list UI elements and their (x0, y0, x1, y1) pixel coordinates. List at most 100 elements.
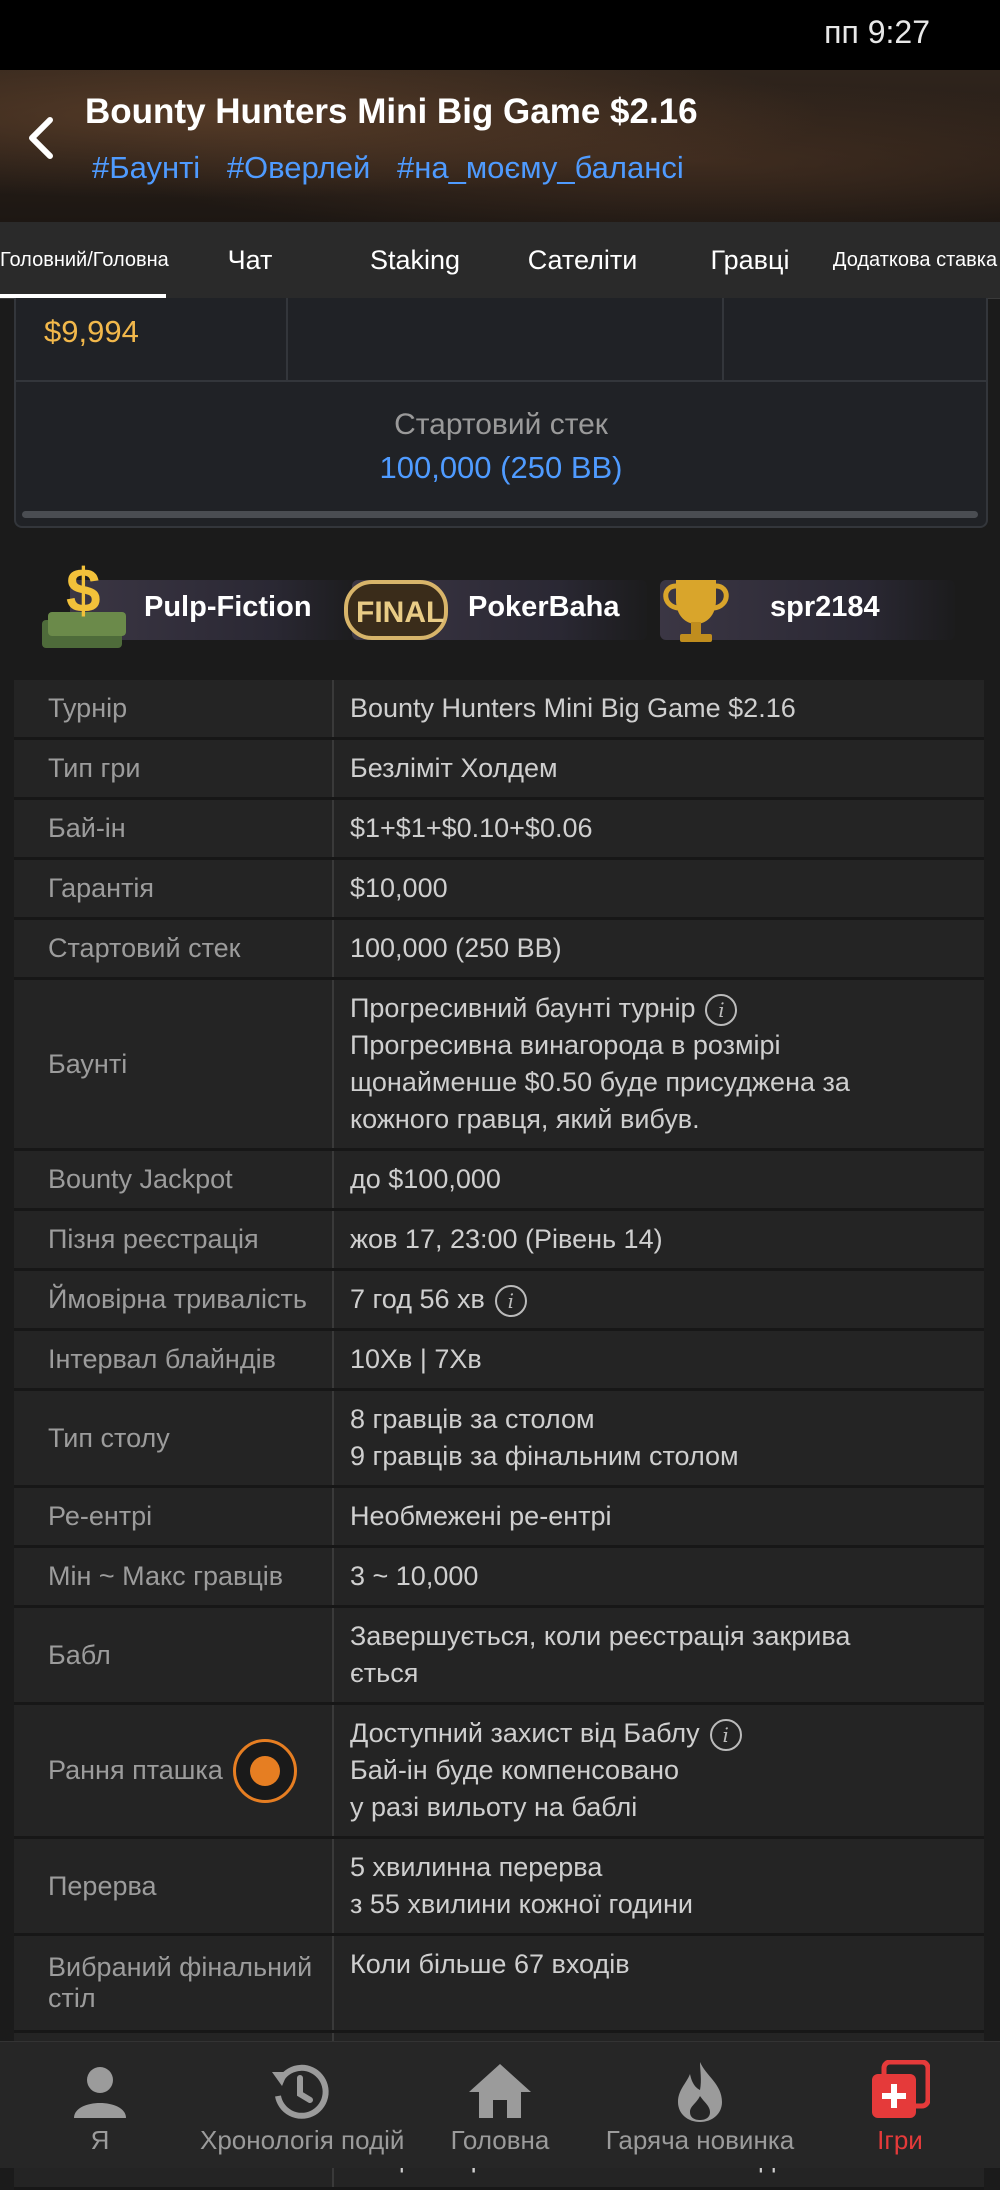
row-value: 8 гравців за столом 9 гравців за фінальни… (334, 1391, 984, 1485)
row-key: Пізня реєстрація (14, 1211, 334, 1268)
row-value: $10,000 (334, 860, 984, 917)
tab-main[interactable]: Головний/Головна (0, 222, 169, 298)
row-value: Завершується, коли реєстрація закрива єть… (334, 1608, 984, 1702)
row-key: Ре-ентрі (14, 1488, 334, 1545)
row-value: Безліміт Холдем (334, 740, 984, 797)
bottom-navigation: Я Хронологія подій Головна Гаряча новинк… (0, 2041, 1000, 2168)
info-icon[interactable]: i (709, 1718, 742, 1751)
row-value: 5 хвилинна перерва з 55 хвилини кожної го… (334, 1839, 984, 1933)
nav-home[interactable]: Головна (400, 2042, 600, 2168)
svg-text:FINAL: FINAL (356, 596, 444, 629)
row-value-line: 8 гравців за столом (350, 1404, 595, 1434)
row-value-line: 7 год 56 хв (350, 1284, 485, 1314)
winner-name: spr2184 (770, 591, 880, 623)
tab-players[interactable]: Гравці (690, 222, 810, 298)
row-key-label: Вибраний фінальний стіл (48, 1952, 313, 2013)
divider (722, 298, 724, 380)
row-value-line: до $100,000 (350, 1164, 501, 1194)
early-bird-icon (232, 1738, 297, 1803)
row-key-label: Перерва (48, 1870, 157, 1901)
row-key-label: Турнір (48, 693, 128, 723)
tag-overlay[interactable]: #Оверлей (227, 150, 371, 185)
winner-badge[interactable]: $ Pulp-Fiction (42, 557, 360, 648)
row-key-label: Пізня реєстрація (48, 1224, 259, 1254)
row-key: Інтервал блайндів (14, 1331, 334, 1388)
tournament-title: Bounty Hunters Mini Big Game $2.16 (85, 92, 698, 131)
winners-strip: $ Pulp-Fiction FINAL PokerBaha spr2184 (30, 557, 990, 662)
nav-label: Я (90, 2125, 110, 2155)
winner-name: Pulp-Fiction (144, 591, 312, 623)
nav-label: Гаряча новинка (605, 2125, 795, 2155)
divider (16, 380, 986, 382)
row-value-line: $1+$1+$0.10+$0.06 (350, 813, 593, 843)
tag-on-my-balance[interactable]: #на_моєму_балансі (397, 150, 684, 185)
winner-badge[interactable]: spr2184 (660, 580, 955, 642)
row-key-label: Мін ~ Макс гравців (48, 1561, 284, 1591)
horizontal-scrollbar[interactable] (22, 511, 978, 518)
row-value-line: 10Хв | 7Хв (350, 1344, 482, 1374)
row-value-line: Коли більше 67 входів (350, 1949, 630, 1979)
row-key: Стартовий стек (14, 920, 334, 977)
tab-bar: Головний/Головна Чат Staking Сателіти Гр… (0, 222, 1000, 299)
tab-staking[interactable]: Staking (350, 222, 480, 298)
row-key-label: Рання пташка (48, 1755, 223, 1785)
row-key-label: Гарантія (48, 873, 155, 903)
user-icon (70, 2060, 130, 2127)
table-row: Пізня реєстрація жов 17, 23:00 (Рівень 14… (14, 1211, 984, 1271)
fire-icon (672, 2060, 728, 2131)
row-key-label: Баунті (48, 1048, 128, 1079)
table-row: Інтервал блайндів 10Хв | 7Хв (14, 1331, 984, 1391)
row-value-line: Завершується, коли реєстрація закрива (350, 1621, 851, 1651)
tournament-details-table: Турнір Bounty Hunters Mini Big Game $2.16… (14, 680, 984, 2190)
nav-games[interactable]: Ігри (800, 2042, 1000, 2168)
row-value-line: з 55 хвилини кожної години (350, 1889, 693, 1919)
tab-chat[interactable]: Чат (190, 222, 310, 298)
row-value-line: 9 гравців за фінальним столом (350, 1441, 739, 1471)
row-value: Коли більше 67 входів (334, 1936, 984, 2030)
winner-badge[interactable]: FINAL PokerBaha (344, 580, 647, 640)
tab-extra-bet[interactable]: Додаткова ставка (830, 222, 1000, 298)
tab-satellites[interactable]: Сателіти (515, 222, 650, 298)
prize-pool-value: $9,994 (44, 314, 139, 349)
row-value: Прогресивний баунті турнір i Прогресивна в… (334, 980, 984, 1148)
row-value-line: Безліміт Холдем (350, 753, 558, 783)
row-key-label: Bounty Jackpot (48, 1164, 233, 1194)
nav-label: Головна (450, 2125, 550, 2155)
games-icon (870, 2059, 931, 2127)
table-row: Вибраний фінальний стіл Коли більше 67 вх… (14, 1936, 984, 2033)
row-value: 7 год 56 хв i (334, 1271, 984, 1328)
table-row: Баунті Прогресивний баунті турнір i Прогрес… (14, 980, 984, 1151)
info-icon[interactable]: i (494, 1284, 527, 1317)
row-value-line: 5 хвилинна перерва (350, 1852, 603, 1882)
row-value: 10Хв | 7Хв (334, 1331, 984, 1388)
row-key: Гарантія (14, 860, 334, 917)
row-key: Тип гри (14, 740, 334, 797)
row-value-line: у разі вильоту на баблі (350, 1792, 638, 1822)
row-key-label: Тип столу (48, 1422, 170, 1453)
nav-history[interactable]: Хронологія подій (200, 2042, 404, 2168)
row-key: Мін ~ Макс гравців (14, 1548, 334, 1605)
row-key: Бабл (14, 1608, 334, 1702)
row-key-label: Ре-ентрі (48, 1501, 153, 1531)
row-value: 100,000 (250 BB) (334, 920, 984, 977)
table-row: Турнір Bounty Hunters Mini Big Game $2.16 (14, 680, 984, 740)
row-key: Перерва (14, 1839, 334, 1933)
row-value-line: 3 ~ 10,000 (350, 1561, 479, 1591)
row-value-line: Доступний захист від Баблу (350, 1718, 700, 1748)
back-icon[interactable] (24, 114, 64, 174)
tag-bounty[interactable]: #Баунті (92, 150, 200, 185)
home-icon (467, 2060, 533, 2127)
row-value: Доступний захист від Баблу i Бай-ін буде к… (334, 1705, 984, 1836)
info-icon[interactable]: i (705, 993, 738, 1026)
row-value-line: Необмежені ре-ентрі (350, 1501, 612, 1531)
nav-hot-news[interactable]: Гаряча новинка (600, 2042, 800, 2168)
row-key-label: Ймовірна тривалість (48, 1284, 307, 1314)
tag-list: #Баунті #Оверлей #на_моєму_балансі (92, 150, 702, 186)
table-row: Бай-ін $1+$1+$0.10+$0.06 (14, 800, 984, 860)
starting-stack-value: 100,000 (250 BB) (379, 450, 623, 485)
nav-me[interactable]: Я (0, 2042, 200, 2168)
starting-stack-label: Стартовий стек (394, 408, 608, 441)
summary-card: $9,994 Стартовий стек 100,000 (250 BB) (14, 298, 988, 528)
status-bar: пп 9:27 (0, 0, 1000, 70)
row-value: жов 17, 23:00 (Рівень 14) (334, 1211, 984, 1268)
